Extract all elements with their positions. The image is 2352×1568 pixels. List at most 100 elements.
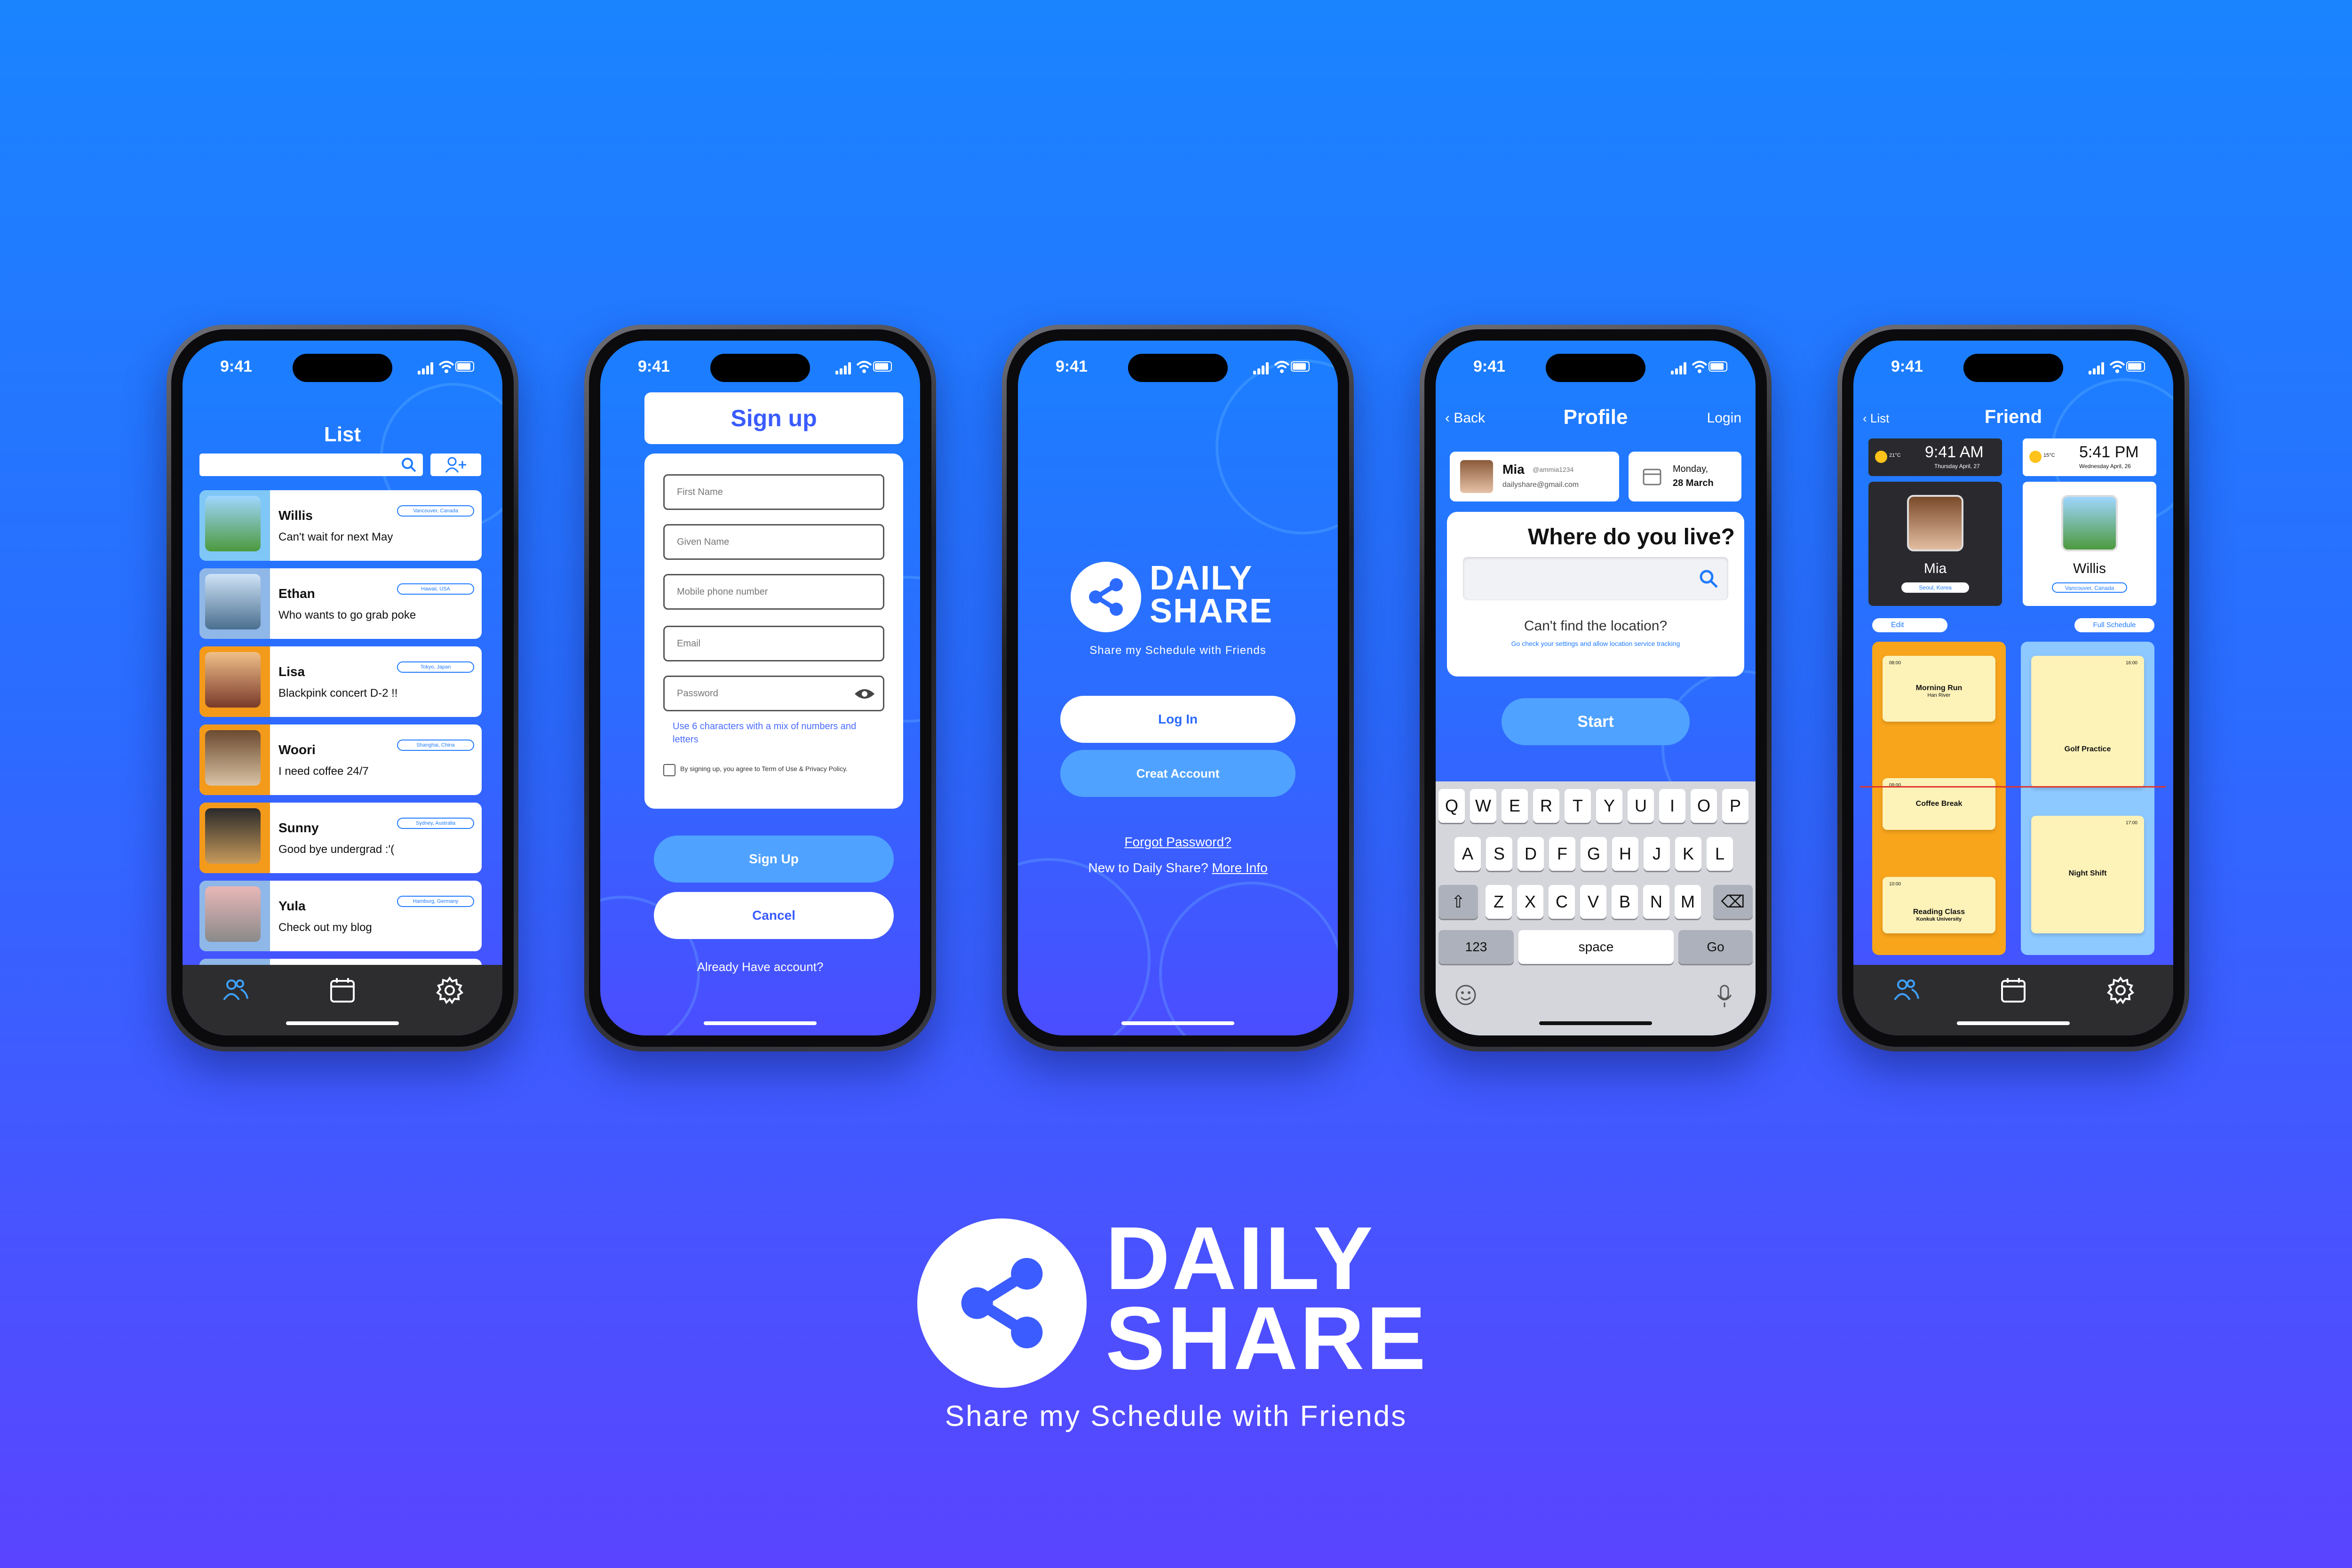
location-badge: Hawaii, USA — [397, 583, 474, 595]
calendar-icon[interactable] — [327, 975, 358, 1005]
key-y[interactable]: Y — [1596, 789, 1622, 823]
numbers-key[interactable]: 123 — [1438, 930, 1514, 964]
key-k[interactable]: K — [1675, 837, 1701, 871]
clock-time: 5:41 PM — [2079, 443, 2139, 461]
gear-icon[interactable] — [435, 975, 465, 1005]
start-button[interactable]: Start — [1502, 698, 1690, 745]
full-schedule-button[interactable]: Full Schedule — [2074, 618, 2154, 632]
list-item[interactable]: Willis Can't wait for next May Vancouver… — [199, 490, 482, 561]
key-z[interactable]: Z — [1486, 885, 1512, 919]
space-key[interactable]: space — [1518, 930, 1674, 964]
go-key[interactable]: Go — [1678, 930, 1753, 964]
first-name-field[interactable]: First Name — [663, 474, 884, 510]
key-v[interactable]: V — [1580, 885, 1606, 919]
key-x[interactable]: X — [1517, 885, 1543, 919]
key-l[interactable]: L — [1707, 837, 1733, 871]
friend-name: Sunny — [278, 820, 319, 835]
key-u[interactable]: U — [1628, 789, 1654, 823]
schedule-column-willis: 16:00 Golf Practice 17:00 Night Shift — [2021, 642, 2154, 955]
event-card[interactable]: 10:00 Reading Class Konkuk University — [1883, 877, 1995, 933]
friends-icon[interactable] — [220, 975, 250, 1005]
friend-message: Who wants to go grab poke — [278, 609, 416, 621]
key-a[interactable]: A — [1454, 837, 1481, 871]
list-item[interactable]: Ethan Who wants to go grab poke Hawaii, … — [199, 568, 482, 639]
delete-key[interactable]: ⌫ — [1713, 885, 1753, 919]
microphone-icon[interactable] — [1715, 984, 1734, 1008]
key-j[interactable]: J — [1644, 837, 1670, 871]
create-account-button[interactable]: Creat Account — [1060, 750, 1295, 797]
brand-wordmark: DAILY SHARE — [1150, 561, 1273, 628]
friend-screen: 9:41 ‹ List Friend 21°C 9:41 AM Thursday… — [1853, 341, 2173, 1035]
person-name: Willis — [2073, 561, 2106, 576]
key-m[interactable]: M — [1675, 885, 1701, 919]
key-r[interactable]: R — [1533, 789, 1559, 823]
key-f[interactable]: F — [1549, 837, 1575, 871]
key-i[interactable]: I — [1659, 789, 1685, 823]
status-time: 9:41 — [1891, 358, 1923, 375]
more-info-link[interactable]: More Info — [1212, 860, 1267, 875]
key-g[interactable]: G — [1581, 837, 1607, 871]
password-field[interactable]: Password — [663, 676, 884, 711]
event-card[interactable]: 16:00 Golf Practice — [2031, 656, 2144, 788]
login-link[interactable]: Login — [1707, 410, 1741, 426]
avatar — [199, 881, 270, 951]
person-card-mia[interactable]: Mia Seoul, Korea — [1868, 482, 2002, 606]
cant-find-sub[interactable]: Go check your settings and allow locatio… — [1447, 640, 1744, 647]
location-search-input[interactable] — [1463, 557, 1728, 600]
battery-icon — [2126, 361, 2145, 372]
already-have-account-link[interactable]: Already Have account? — [600, 960, 920, 974]
key-h[interactable]: H — [1612, 837, 1638, 871]
search-input[interactable] — [199, 454, 423, 476]
date-weekday: Monday, — [1673, 464, 1708, 474]
log-in-button[interactable]: Log In — [1060, 696, 1295, 743]
terms-checkbox[interactable] — [663, 764, 675, 776]
sign-up-button[interactable]: Sign Up — [654, 836, 894, 883]
phone-signup: 9:41 Sign up First Name Given Name Mobil… — [584, 325, 936, 1051]
person-card-willis[interactable]: Willis Vancouver, Canada — [2023, 482, 2156, 606]
emoji-icon[interactable] — [1454, 984, 1477, 1006]
key-d[interactable]: D — [1518, 837, 1544, 871]
gear-icon[interactable] — [2106, 975, 2136, 1005]
key-n[interactable]: N — [1643, 885, 1669, 919]
email-field[interactable]: Email — [663, 626, 884, 661]
event-card[interactable]: 08:00 Morning Run Han River — [1883, 656, 1995, 722]
shift-key[interactable]: ⇧ — [1438, 885, 1478, 919]
user-name: Mia — [1502, 462, 1525, 477]
phone-number-field[interactable]: Mobile phone number — [663, 574, 884, 610]
location-card: Where do you live? Can't find the locati… — [1447, 512, 1744, 677]
list-item[interactable]: Sunny Good bye undergrad :'( Sydney, Aus… — [199, 803, 482, 873]
key-q[interactable]: Q — [1438, 789, 1465, 823]
date-day: 28 March — [1673, 478, 1714, 488]
home-indicator — [1121, 1021, 1234, 1025]
given-name-field[interactable]: Given Name — [663, 524, 884, 560]
key-c[interactable]: C — [1549, 885, 1575, 919]
key-s[interactable]: S — [1486, 837, 1512, 871]
list-item[interactable]: Lisa Blackpink concert D-2 !! Tokyo, Jap… — [199, 646, 482, 717]
add-friend-button[interactable] — [430, 454, 481, 476]
password-placeholder: Password — [677, 688, 718, 699]
edit-button[interactable]: Edit — [1872, 618, 1947, 632]
key-e[interactable]: E — [1502, 789, 1528, 823]
key-p[interactable]: P — [1722, 789, 1748, 823]
event-card[interactable]: 17:00 Night Shift — [2031, 816, 2144, 933]
eye-icon[interactable] — [854, 687, 875, 700]
event-title: Night Shift — [2068, 869, 2107, 877]
phone-friend: 9:41 ‹ List Friend 21°C 9:41 AM Thursday… — [1837, 325, 2189, 1051]
status-icons — [1253, 360, 1310, 374]
schedule-column-mia: 08:00 Morning Run Han River 09:00 Coffee… — [1872, 642, 2006, 955]
list-item[interactable]: Woori I need coffee 24/7 Shanghai, China — [199, 724, 482, 795]
phone-profile: 9:41 ‹ Back Profile Login Mia @ammia1234… — [1420, 325, 1772, 1051]
signup-form: First Name Given Name Mobile phone numbe… — [644, 454, 903, 809]
location-question: Where do you live? — [1527, 525, 1735, 549]
calendar-icon[interactable] — [1998, 975, 2028, 1005]
key-w[interactable]: W — [1470, 789, 1496, 823]
key-t[interactable]: T — [1565, 789, 1591, 823]
key-b[interactable]: B — [1612, 885, 1638, 919]
home-indicator — [286, 1021, 399, 1025]
key-o[interactable]: O — [1691, 789, 1717, 823]
forgot-password-link[interactable]: Forgot Password? — [1018, 835, 1338, 850]
cancel-button[interactable]: Cancel — [654, 892, 894, 939]
friends-icon[interactable] — [1891, 975, 1921, 1005]
avatar — [199, 490, 270, 561]
list-item[interactable]: Yula Check out my blog Hamburg, Germany — [199, 881, 482, 951]
